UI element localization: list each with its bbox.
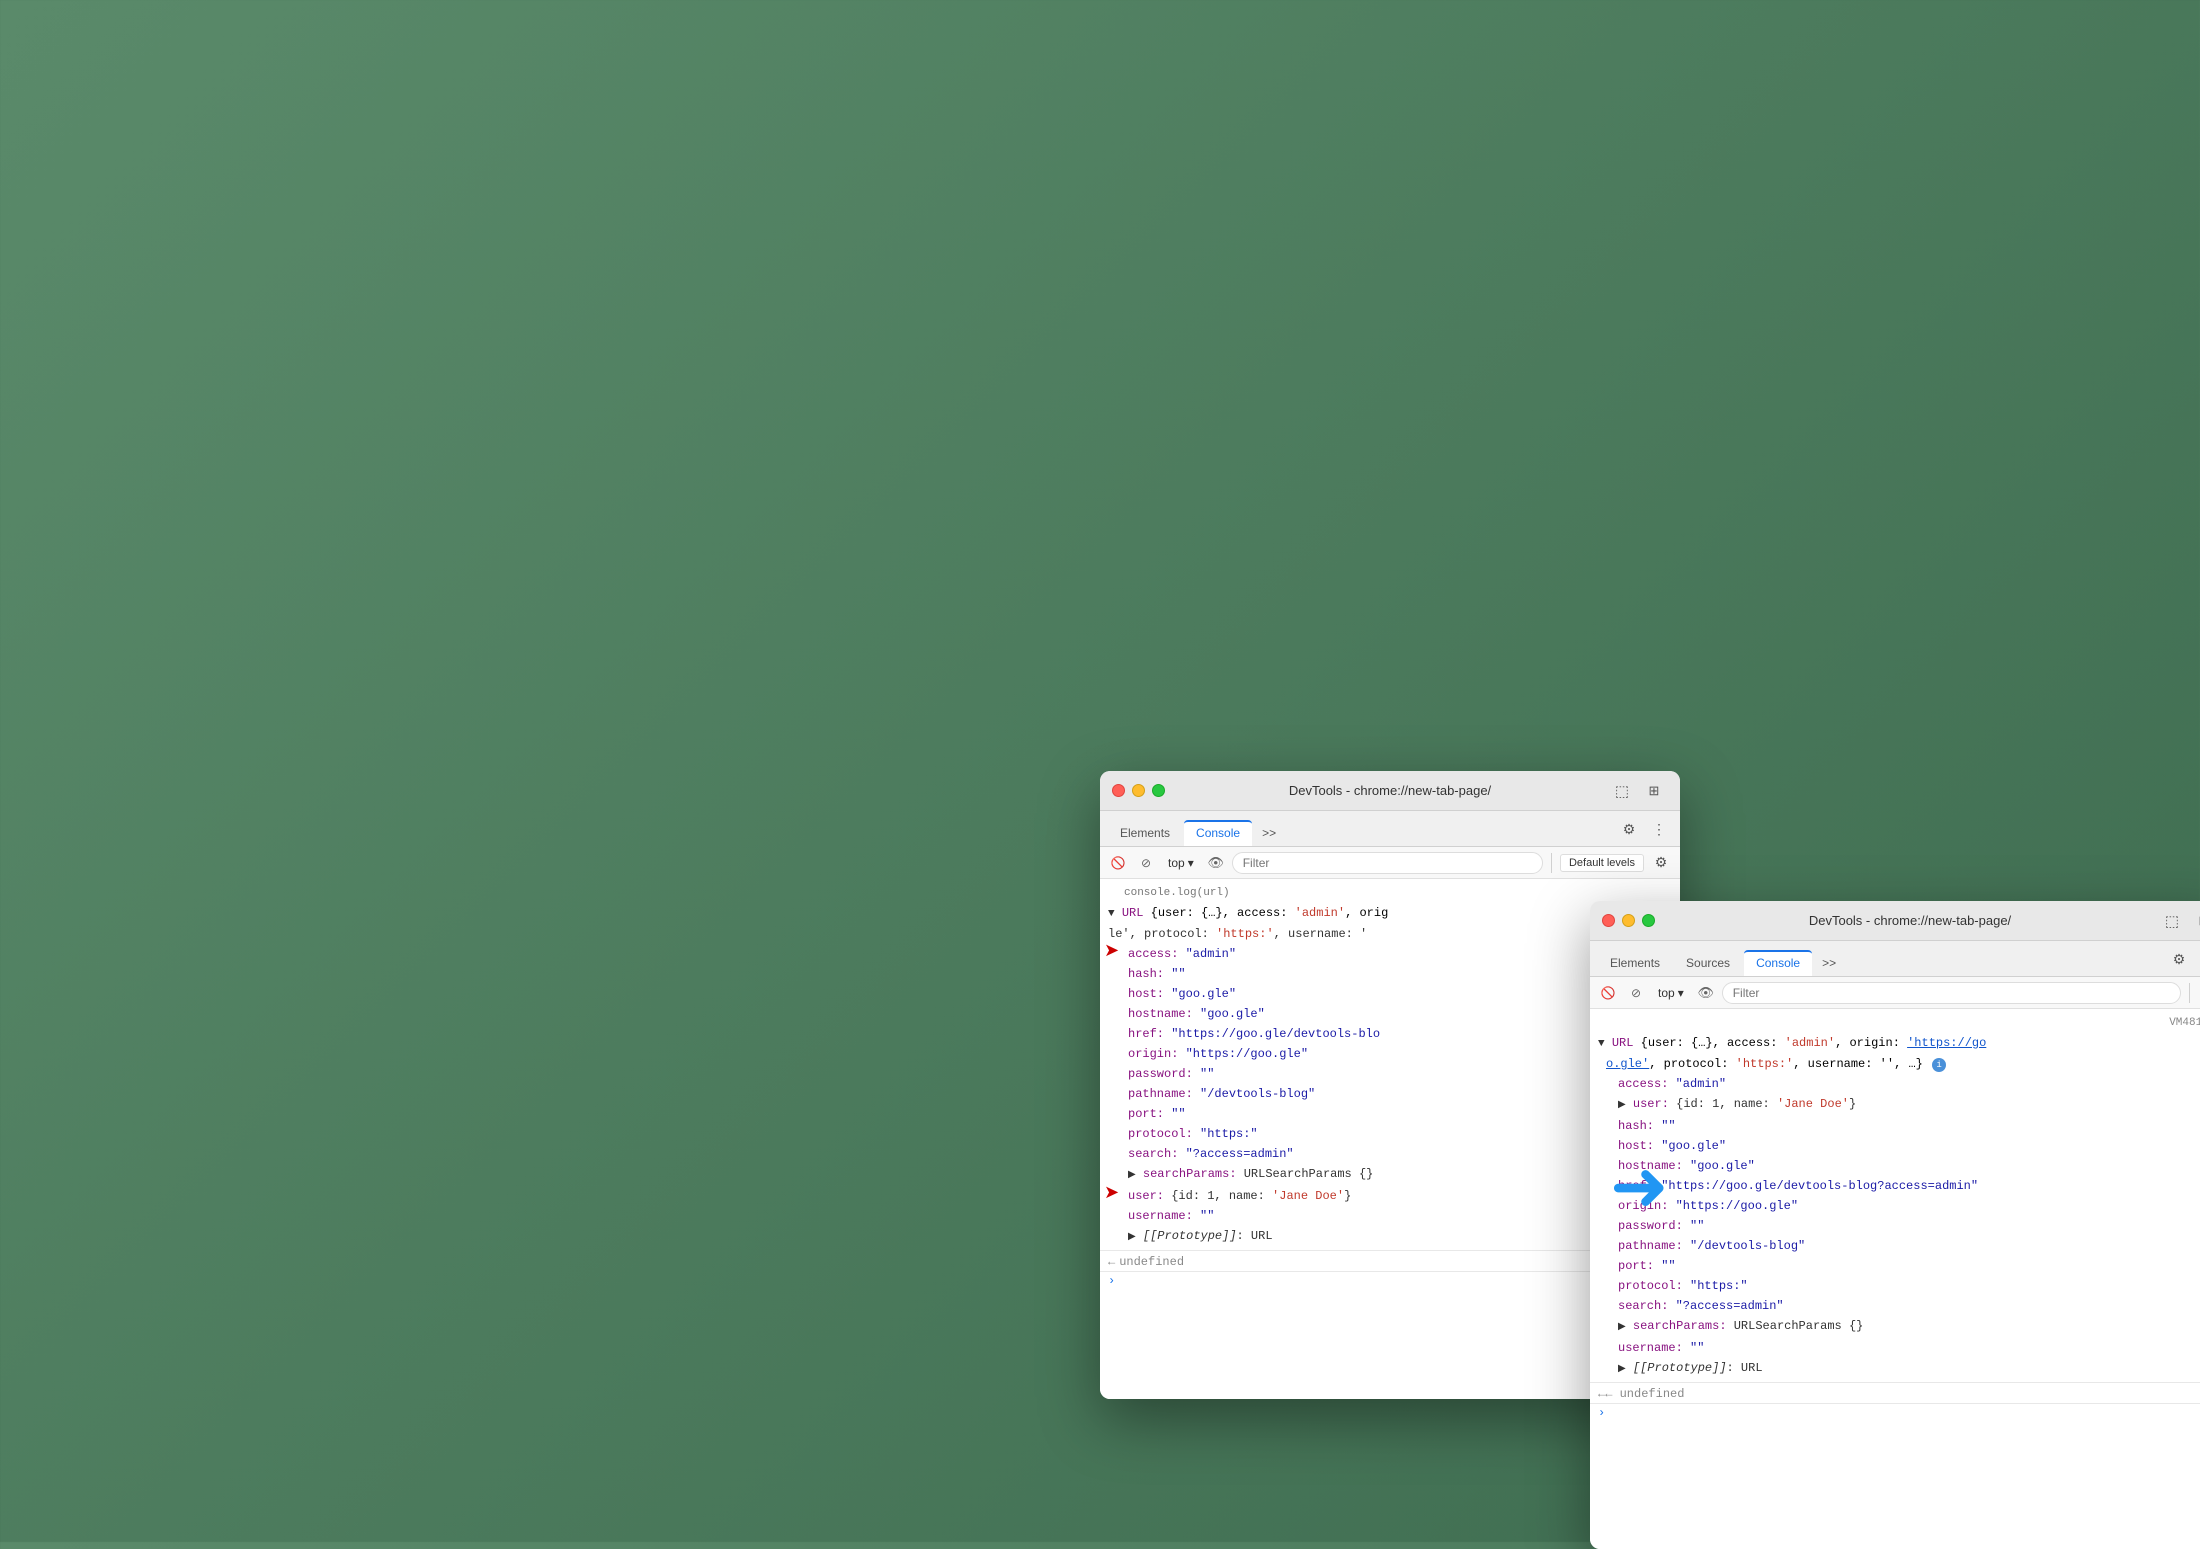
settings-icon-right[interactable]: ⚙: [2166, 946, 2192, 972]
title-bar-right: DevTools - chrome://new-tab-page/ ⬚ ⊞: [1590, 901, 2200, 941]
clear-console-icon-right[interactable]: 🚫: [1596, 981, 1620, 1005]
eye-icon-right[interactable]: 👁: [1694, 981, 1718, 1005]
protocol-line-right: protocol: "https:": [1590, 1276, 2200, 1296]
console-toolbar-right: 🚫 ⊘ top ▾ 👁 ⚙: [1590, 977, 2200, 1009]
port-line-right: port: "": [1590, 1256, 2200, 1276]
hash-line-right: hash: "": [1590, 1116, 2200, 1136]
window-title-right: DevTools - chrome://new-tab-page/: [1809, 913, 2011, 928]
undefined-line-right: ← ← undefined: [1590, 1385, 2200, 1403]
username-line-right: username: "": [1590, 1338, 2200, 1358]
clear-console-icon-left[interactable]: 🚫: [1106, 851, 1130, 875]
eye-icon-left[interactable]: 👁: [1204, 851, 1228, 875]
maximize-button-right[interactable]: [1642, 914, 1655, 927]
context-dropdown-right[interactable]: top ▾: [1652, 984, 1690, 1002]
prompt-symbol-right: ›: [1598, 1406, 1605, 1420]
separator-right: [2189, 983, 2190, 1003]
tab-bar-right: Elements Sources Console >> ⚙ ⋮: [1590, 941, 2200, 977]
prompt-right[interactable]: ›: [1590, 1403, 2200, 1422]
title-bar-left: DevTools - chrome://new-tab-page/ ⬚ ⊞: [1100, 771, 1680, 811]
tab-console-right[interactable]: Console: [1744, 950, 1812, 976]
console-prev-line: console.log(url): [1100, 883, 1680, 903]
tab-console-left[interactable]: Console: [1184, 820, 1252, 846]
dropdown-arrow-left: ▾: [1188, 856, 1194, 870]
close-button-right[interactable]: [1602, 914, 1615, 927]
prompt-symbol-left: ›: [1108, 1274, 1115, 1288]
filter-input-right[interactable]: [1722, 982, 2181, 1004]
pathname-line-right: pathname: "/devtools-blog": [1590, 1236, 2200, 1256]
close-button-left[interactable]: [1112, 784, 1125, 797]
hostname-line-right: hostname: "goo.gle": [1590, 1156, 2200, 1176]
devtools-window-right: DevTools - chrome://new-tab-page/ ⬚ ⊞ El…: [1590, 901, 2200, 1549]
maximize-button-left[interactable]: [1152, 784, 1165, 797]
between-arrow: ➜: [1610, 1151, 1669, 1221]
href-line-right: href: "https://goo.gle/devtools-blog?acc…: [1590, 1176, 2200, 1196]
tab-more-right[interactable]: >>: [1814, 950, 1844, 976]
url-keyword-left: URL {user: {…}, access:: [1122, 906, 1295, 920]
search-line-right: search: "?access=admin": [1590, 1296, 2200, 1316]
left-arrow-icon-left: ←: [1108, 1255, 1115, 1269]
device-icon-right[interactable]: ⊞: [2190, 907, 2200, 935]
password-line-right: password: "": [1590, 1216, 2200, 1236]
vm-ref-text: VM4817:1: [2169, 1014, 2200, 1032]
settings-icon-left[interactable]: ⚙: [1616, 816, 1642, 842]
tab-sources-right[interactable]: Sources: [1674, 950, 1742, 976]
tab-elements-right[interactable]: Elements: [1598, 950, 1672, 976]
no-icon-left[interactable]: ⊘: [1134, 851, 1158, 875]
menu-icon-right[interactable]: ⋮: [2196, 946, 2200, 972]
tab-more-left[interactable]: >>: [1254, 820, 1284, 846]
menu-icon-left[interactable]: ⋮: [1646, 816, 1672, 842]
device-icon[interactable]: ⊞: [1640, 777, 1668, 805]
default-levels-btn-left[interactable]: Default levels: [1560, 854, 1644, 872]
searchparams-line-right: ▶ searchParams: URLSearchParams {}: [1590, 1316, 2200, 1338]
vm-ref-line-right: VM4817:1: [1590, 1013, 2200, 1033]
no-icon-right[interactable]: ⊘: [1624, 981, 1648, 1005]
user-line-right: ▶ user: {id: 1, name: 'Jane Doe'}: [1590, 1094, 2200, 1116]
traffic-lights-right: [1602, 914, 1655, 927]
info-icon-right[interactable]: i: [1932, 1058, 1946, 1072]
console-content-right: VM4817:1 ▼ URL {user: {…}, access: 'admi…: [1590, 1009, 2200, 1549]
url-object-line-right: ▼ URL {user: {…}, access: 'admin', origi…: [1590, 1033, 2200, 1054]
divider-right: [1590, 1382, 2200, 1383]
filter-input-left[interactable]: [1232, 852, 1543, 874]
console-settings-icon-left[interactable]: ⚙: [1648, 850, 1674, 876]
url-object-line2-right: o.gle', protocol: 'https:', username: ''…: [1590, 1054, 2200, 1074]
undefined-text-left: undefined: [1119, 1255, 1184, 1269]
separator-left: [1551, 853, 1552, 873]
host-line-right: host: "goo.gle": [1590, 1136, 2200, 1156]
left-arrow-icon-right: ←: [1598, 1387, 1605, 1401]
window-title-left: DevTools - chrome://new-tab-page/: [1289, 783, 1491, 798]
tab-elements-left[interactable]: Elements: [1108, 820, 1182, 846]
prototype-line-right: ▶ [[Prototype]]: URL: [1590, 1358, 2200, 1380]
context-dropdown-left[interactable]: top ▾: [1162, 854, 1200, 872]
top-label-left: top: [1168, 856, 1185, 870]
inspect-icon[interactable]: ⬚: [1608, 777, 1636, 805]
console-toolbar-left: 🚫 ⊘ top ▾ 👁 Default levels ⚙: [1100, 847, 1680, 879]
access-line-right: access: "admin": [1590, 1074, 2200, 1094]
minimize-button-left[interactable]: [1132, 784, 1145, 797]
top-label-right: top: [1658, 986, 1675, 1000]
tab-bar-left: Elements Console >> ⚙ ⋮: [1100, 811, 1680, 847]
undefined-text-right: ← undefined: [1605, 1387, 1684, 1401]
inspect-icon-right[interactable]: ⬚: [2158, 907, 2186, 935]
origin-line-right: origin: "https://goo.gle": [1590, 1196, 2200, 1216]
minimize-button-right[interactable]: [1622, 914, 1635, 927]
prev-line-text: console.log(url): [1124, 887, 1230, 899]
traffic-lights-left: [1112, 784, 1165, 797]
dropdown-arrow-right: ▾: [1678, 986, 1684, 1000]
